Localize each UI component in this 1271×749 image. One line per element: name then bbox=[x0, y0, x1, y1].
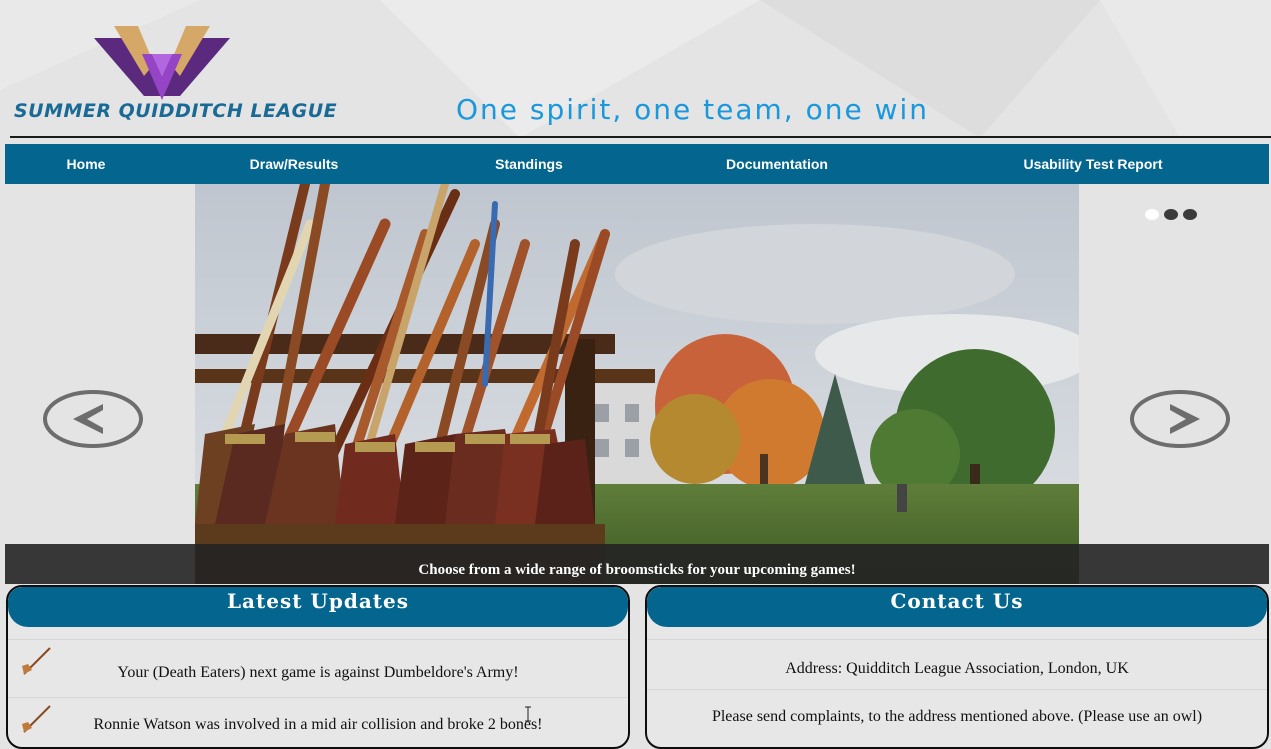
main-nav: Home Draw/Results Standings Documentatio… bbox=[5, 144, 1269, 184]
slide-dot-1[interactable] bbox=[1145, 209, 1159, 220]
next-slide-button[interactable] bbox=[1130, 390, 1230, 448]
text-cursor-icon bbox=[525, 706, 531, 722]
prev-slide-button[interactable] bbox=[43, 390, 143, 448]
nav-standings[interactable]: Standings bbox=[495, 144, 563, 184]
slide-dot-3[interactable] bbox=[1183, 209, 1197, 220]
nav-usability-test-report[interactable]: Usability Test Report bbox=[1024, 144, 1163, 184]
league-wings-logo bbox=[94, 26, 230, 100]
slide-dot-2[interactable] bbox=[1164, 209, 1178, 220]
contact-address: Address: Quidditch League Association, L… bbox=[785, 660, 1129, 677]
slide-caption-text: Choose from a wide range of broomsticks … bbox=[418, 562, 856, 578]
tagline: One spirit, one team, one win bbox=[456, 93, 929, 126]
update-text: Your (Death Eaters) next game is against… bbox=[117, 664, 519, 681]
contact-note: Please send complaints, to the address m… bbox=[711, 708, 1203, 725]
nav-draw-results[interactable]: Draw/Results bbox=[250, 144, 339, 184]
latest-updates-panel: Latest Updates Your (Death Eaters) next … bbox=[6, 585, 630, 749]
slide-image-broomsticks bbox=[195, 184, 1079, 584]
latest-updates-title: Latest Updates bbox=[8, 587, 628, 627]
contact-note-row: Please send complaints, to the address m… bbox=[647, 689, 1267, 740]
nav-documentation[interactable]: Documentation bbox=[726, 144, 828, 184]
slide-indicators bbox=[1145, 209, 1201, 221]
nav-home[interactable]: Home bbox=[67, 144, 106, 184]
chevron-left-icon bbox=[43, 390, 143, 448]
contact-title: Contact Us bbox=[647, 587, 1267, 627]
update-text: Ronnie Watson was involved in a mid air … bbox=[93, 716, 543, 733]
contact-address-row: Address: Quidditch League Association, L… bbox=[647, 639, 1267, 690]
contact-panel: Contact Us Address: Quidditch League Ass… bbox=[645, 585, 1269, 749]
chevron-right-icon bbox=[1130, 390, 1230, 448]
site-header: SUMMER QUIDDITCH LEAGUE One spirit, one … bbox=[0, 0, 1271, 138]
league-name: SUMMER QUIDDITCH LEAGUE bbox=[14, 100, 338, 122]
image-slider: Choose from a wide range of broomsticks … bbox=[5, 184, 1269, 584]
list-item: Ronnie Watson was involved in a mid air … bbox=[8, 697, 628, 747]
header-divider bbox=[10, 136, 1271, 138]
slide-caption: Choose from a wide range of broomsticks … bbox=[5, 544, 1269, 584]
list-item: Your (Death Eaters) next game is against… bbox=[8, 639, 628, 690]
